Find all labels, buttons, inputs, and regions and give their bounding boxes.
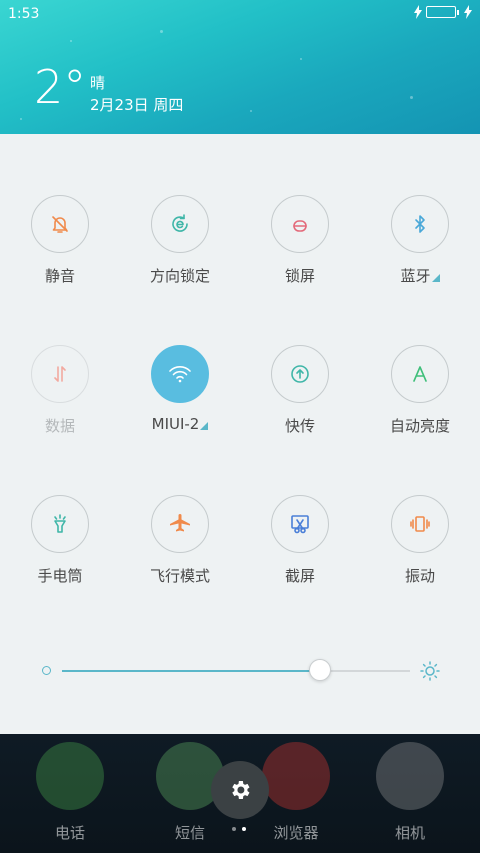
tile-toggle-button[interactable] (271, 195, 329, 253)
tile-label-text: 方向锁定 (149, 267, 210, 285)
charging-icon (464, 5, 472, 19)
tile-toggle-button[interactable] (271, 345, 329, 403)
tile-toggle-button[interactable] (151, 495, 209, 553)
tile-bluetooth[interactable]: 蓝牙 (360, 195, 480, 286)
brightness-low-icon (42, 666, 51, 675)
tile-label: 截屏 (240, 565, 360, 586)
brightness-slider[interactable] (40, 656, 440, 686)
gear-icon (232, 781, 250, 799)
tile-label: 锁屏 (240, 265, 360, 286)
app-icon (262, 742, 330, 810)
page-dot (242, 827, 246, 831)
wifi-icon (167, 363, 193, 385)
bell-mute-icon (49, 213, 71, 235)
tile-label: 自动亮度 (360, 415, 480, 436)
mobile-data-icon (50, 363, 70, 385)
page-indicator (232, 827, 246, 831)
quick-settings-panel: 静音 方向锁定 锁屏 蓝牙数据 MIUI-2 快传 自动亮度手电筒 飞行模式 截屏 振动 (0, 134, 480, 734)
tile-label-text: MIUI-2 (151, 415, 200, 433)
tile-airplane[interactable]: 飞行模式 (120, 495, 240, 586)
tile-vibrate[interactable]: 振动 (360, 495, 480, 586)
weather-header: 1:53 2° 晴 2月23日 周四 (0, 0, 480, 134)
tile-label: 振动 (360, 565, 480, 586)
screenshot-icon (288, 512, 312, 536)
brightness-fill (62, 670, 320, 672)
tile-toggle-button[interactable] (391, 345, 449, 403)
flashlight-icon (49, 512, 71, 536)
tile-mobile-data[interactable]: 数据 (0, 345, 120, 436)
tile-quick-share[interactable]: 快传 (240, 345, 360, 436)
temperature: 2° (34, 60, 87, 114)
app-label: 电话 (54, 824, 85, 842)
tile-auto-brightness[interactable]: 自动亮度 (360, 345, 480, 436)
app-icon (36, 742, 104, 810)
brightness-high-icon (420, 661, 440, 681)
tile-toggle-button[interactable] (31, 195, 89, 253)
app-label: 相机 (394, 824, 425, 842)
decor-dot (410, 96, 413, 99)
tile-lock-screen[interactable]: 锁屏 (240, 195, 360, 286)
decor-dot (300, 58, 302, 60)
tile-label: MIUI-2 (120, 415, 240, 433)
decor-dot (160, 30, 163, 33)
airplane-icon (168, 512, 192, 536)
auto-brightness-icon (409, 363, 431, 385)
decor-dot (20, 118, 22, 120)
weather-condition: 晴 (90, 74, 106, 92)
bluetooth-icon (410, 213, 430, 235)
lock-screen-icon (289, 213, 311, 235)
dock-app[interactable]: 电话 (30, 742, 110, 843)
status-bar: 1:53 (0, 0, 480, 28)
rotation-lock-icon (168, 212, 192, 236)
decor-dot (250, 110, 252, 112)
app-icon (376, 742, 444, 810)
battery-icon (426, 6, 459, 18)
tile-label-text: 振动 (404, 567, 435, 585)
decor-dot (70, 40, 72, 42)
tile-toggle-button[interactable] (31, 345, 89, 403)
dock-app[interactable]: 相机 (370, 742, 450, 843)
status-time: 1:53 (8, 6, 40, 22)
vibrate-icon (408, 513, 432, 535)
tile-toggle-button[interactable] (391, 495, 449, 553)
app-label: 短信 (174, 824, 205, 842)
tile-label-text: 飞行模式 (149, 567, 210, 585)
tile-bell-mute[interactable]: 静音 (0, 195, 120, 286)
tile-toggle-button[interactable] (31, 495, 89, 553)
tile-label: 飞行模式 (120, 565, 240, 586)
tile-screenshot[interactable]: 截屏 (240, 495, 360, 586)
tile-label-text: 手电筒 (37, 567, 83, 585)
app-label: 浏览器 (273, 824, 319, 842)
tile-rotation-lock[interactable]: 方向锁定 (120, 195, 240, 286)
tile-label-text: 自动亮度 (389, 417, 450, 435)
quick-share-icon (288, 362, 312, 386)
tile-label-text: 截屏 (284, 567, 315, 585)
tile-toggle-button[interactable] (151, 345, 209, 403)
tile-toggle-button[interactable] (391, 195, 449, 253)
tile-toggle-button[interactable] (271, 495, 329, 553)
tile-label-text: 锁屏 (284, 267, 315, 285)
date-text: 2月23日 周四 (90, 96, 184, 114)
tile-label: 静音 (0, 265, 120, 286)
settings-button[interactable] (211, 761, 269, 819)
tile-toggle-button[interactable] (151, 195, 209, 253)
tile-label-text: 数据 (44, 417, 75, 435)
tile-label: 蓝牙 (360, 265, 480, 286)
tile-label: 手电筒 (0, 565, 120, 586)
tile-label-text: 静音 (44, 267, 75, 285)
tile-label-text: 蓝牙 (400, 267, 431, 285)
brightness-thumb[interactable] (308, 659, 331, 681)
tile-label: 快传 (240, 415, 360, 436)
tile-label: 方向锁定 (120, 265, 240, 286)
page-dot (232, 827, 236, 831)
tile-flashlight[interactable]: 手电筒 (0, 495, 120, 586)
expand-corner-icon[interactable] (431, 274, 440, 282)
charging-icon (414, 5, 422, 19)
expand-corner-icon[interactable] (200, 422, 209, 430)
tile-label: 数据 (0, 415, 120, 436)
tile-wifi[interactable]: MIUI-2 (120, 345, 240, 433)
status-icons (414, 5, 472, 19)
tile-label-text: 快传 (284, 417, 315, 435)
